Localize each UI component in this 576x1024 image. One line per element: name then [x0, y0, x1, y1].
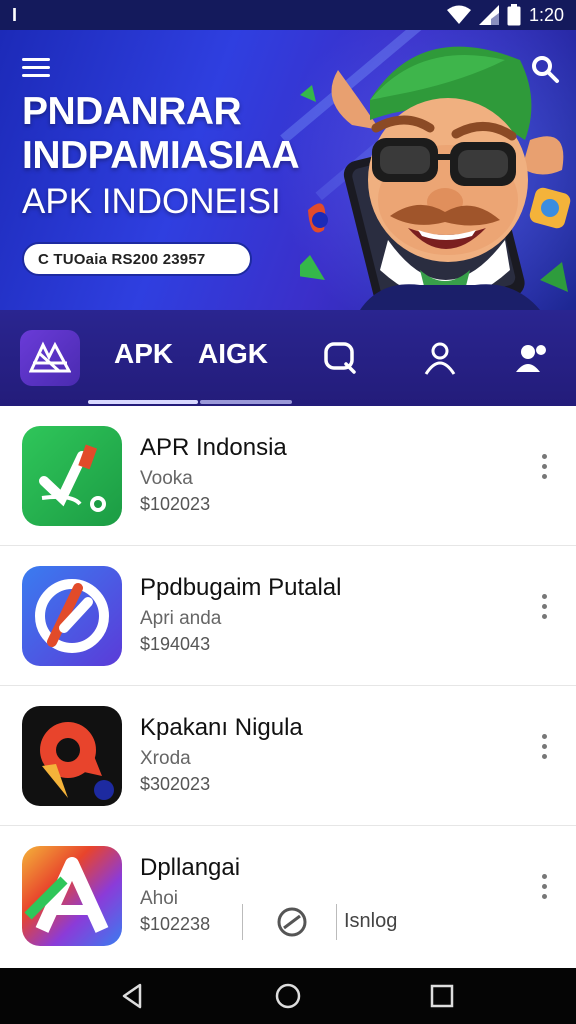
tab-indicator [88, 400, 198, 404]
divider [336, 904, 337, 940]
tab-aigk[interactable]: AIGK [198, 338, 268, 370]
app-name: Ppdbugaim Putalal [140, 574, 342, 601]
hero-title: PNDANRAR INDPAMIASIAA [22, 90, 300, 178]
app-icon-blue-a [22, 566, 122, 666]
menu-icon[interactable] [22, 58, 50, 80]
battery-icon [507, 4, 521, 26]
divider [242, 904, 243, 940]
status-bar: Ɩ 1:20 [0, 0, 576, 30]
list-item[interactable]: Kpakanı Nigula Xroda $302023 [0, 686, 576, 826]
hero-title-line1: PNDANRAR [22, 90, 242, 133]
app-developer: Apri anda [140, 608, 222, 629]
app-developer: Vooka [140, 468, 193, 489]
more-options-icon[interactable] [536, 734, 552, 764]
hero-subtitle: APK INDONEISI [22, 182, 281, 221]
profile-icon[interactable] [422, 340, 458, 376]
users-icon[interactable] [514, 340, 550, 376]
more-options-icon[interactable] [536, 874, 552, 904]
hero-banner[interactable]: PNDANRAR INDPAMIASIAA APK INDONEISI C TU… [0, 30, 576, 310]
more-options-icon[interactable] [536, 454, 552, 484]
app-developer: Xroda [140, 748, 191, 769]
tab-apk[interactable]: APK [114, 338, 173, 370]
clock: 1:20 [528, 4, 564, 25]
app-price: $102023 [140, 494, 211, 514]
app-name: Kpakanı Nigula [140, 714, 303, 741]
recents-icon[interactable] [428, 982, 456, 1010]
top-nav-bar: APK AIGK [0, 310, 576, 406]
system-navigation-bar [0, 968, 576, 1024]
wifi-icon [446, 5, 471, 25]
back-icon[interactable] [118, 982, 146, 1010]
list-item[interactable]: Dpllangai Ahoi $102238 Isnlog [0, 826, 576, 966]
app-price: $302023 [140, 774, 211, 794]
tab-indicator-secondary [200, 400, 292, 404]
signal-icon [478, 5, 499, 25]
home-icon[interactable] [274, 982, 302, 1010]
app-icon-map-pin [22, 706, 122, 806]
app-list: APR Indonsia Vooka $102023 Ppdbugaim Put… [0, 406, 576, 968]
app-icon-green-check [22, 426, 122, 526]
carrier-icon: Ɩ [12, 4, 18, 25]
app-name: APR Indonsia [140, 434, 287, 461]
promo-pill-button[interactable]: C TUOaia RS200 23957 [22, 242, 252, 276]
app-developer: Ahoi [140, 888, 179, 909]
chat-search-icon[interactable] [322, 340, 358, 376]
more-options-icon[interactable] [536, 594, 552, 624]
list-item[interactable]: Ppdbugaim Putalal Apri anda $194043 [0, 546, 576, 686]
search-icon[interactable] [530, 54, 560, 84]
app-price: $102238 [140, 914, 211, 934]
app-icon-rainbow-a [22, 846, 122, 946]
app-price: $194043 [140, 634, 211, 654]
no-sync-icon[interactable] [276, 906, 308, 938]
apk-logo-icon[interactable] [20, 330, 80, 386]
app-extra-label: Isnlog [344, 910, 398, 932]
list-item[interactable]: APR Indonsia Vooka $102023 [0, 406, 576, 546]
hero-title-line2: INDPAMIASIAA [22, 134, 300, 177]
app-name: Dpllangai [140, 854, 241, 881]
